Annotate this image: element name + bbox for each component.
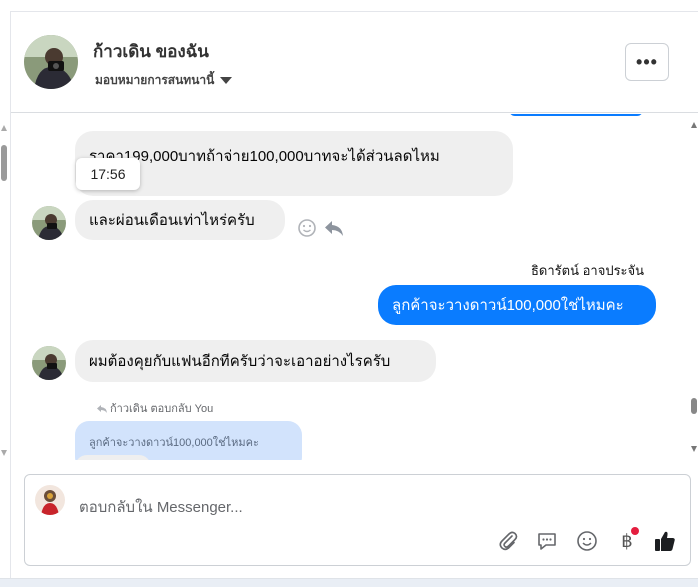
timestamp-tooltip: 17:56 [76, 158, 140, 190]
message-bubble-outgoing[interactable]: ลูกค้าจะวางดาวน์100,000ใช่ไหมคะ [378, 285, 656, 325]
messenger-panel: ก้าวเดิน ของฉัน มอบหมายการสนทนานี้ ••• ร… [0, 0, 698, 587]
emoji-icon[interactable] [575, 529, 599, 553]
thread-scrollbar[interactable] [690, 118, 698, 458]
scrollbar-thumb[interactable] [691, 398, 697, 414]
reply-indicator: ก้าวเดิน ตอบกลับ You [97, 399, 213, 417]
notification-dot [631, 527, 639, 535]
contact-name: ก้าวเดิน ของฉัน [93, 42, 209, 61]
contact-avatar-small[interactable] [32, 206, 66, 240]
reply-icon[interactable] [323, 218, 345, 238]
saved-reply-icon[interactable] [535, 529, 559, 553]
message-bubble-incoming[interactable]: ผมต้องคุยกับแฟนอีกทีครับว่าจะเอาอย่างไรค… [75, 340, 436, 382]
react-icon[interactable] [297, 218, 317, 238]
paperclip-icon[interactable] [496, 529, 520, 553]
bottom-strip [0, 578, 698, 587]
chevron-down-icon [220, 77, 233, 84]
message-bubble-incoming[interactable]: และผ่อนเดือนเท่าไหร่ครับ [75, 200, 285, 240]
scroll-up-arrow[interactable] [691, 122, 697, 128]
contact-avatar-small[interactable] [32, 346, 66, 380]
left-scrollbar[interactable] [0, 125, 9, 460]
reply-indicator-text: ก้าวเดิน ตอบกลับ You [110, 403, 214, 415]
conversation-header: ก้าวเดิน ของฉัน มอบหมายการสนทนานี้ ••• [11, 13, 698, 113]
more-options-button[interactable]: ••• [625, 43, 669, 81]
page-avatar [35, 485, 65, 515]
reply-composer[interactable]: ตอบกลับใน Messenger... ฿ [24, 474, 691, 566]
top-divider [10, 0, 698, 12]
previous-outgoing-bubble [509, 114, 643, 116]
assign-conversation[interactable]: มอบหมายการสนทนานี้ [95, 71, 233, 90]
scroll-down-arrow[interactable] [691, 446, 697, 452]
contact-avatar[interactable] [24, 35, 78, 89]
sender-name: ธิดารัตน์ อาจประจัน [531, 263, 645, 278]
scroll-up-arrow[interactable] [1, 125, 7, 131]
baht-icon[interactable]: ฿ [615, 527, 639, 553]
like-icon[interactable] [653, 529, 677, 553]
reply-bubble-partial [75, 455, 151, 460]
message-bubble-incoming[interactable]: ราคา199,000บาทถ้าจ่าย100,000บาทจะได้ส่วน… [75, 131, 513, 196]
scroll-down-arrow[interactable] [1, 450, 7, 456]
reply-arrow-icon [97, 404, 107, 413]
scrollbar-thumb[interactable] [1, 145, 7, 181]
message-thread[interactable]: ราคา199,000บาทถ้าจ่าย100,000บาทจะได้ส่วน… [11, 114, 686, 460]
message-input[interactable]: ตอบกลับใน Messenger... [79, 495, 243, 519]
assign-conversation-label: มอบหมายการสนทนานี้ [95, 73, 215, 87]
